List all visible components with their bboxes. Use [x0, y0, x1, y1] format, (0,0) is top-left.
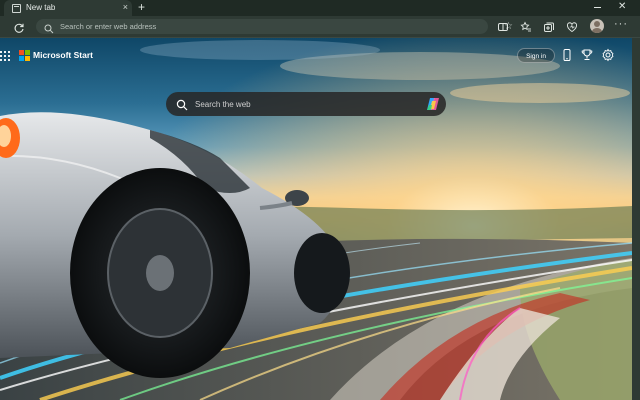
sign-in-button[interactable]: Sign in	[517, 48, 555, 63]
settings-gear-icon[interactable]	[601, 48, 615, 62]
web-search-box[interactable]	[166, 92, 446, 116]
address-bar[interactable]: ☆	[36, 19, 513, 34]
split-screen-icon[interactable]	[497, 21, 509, 33]
profile-avatar[interactable]	[590, 19, 604, 33]
phone-icon[interactable]	[560, 48, 574, 62]
browser-toolbar: ☆ ···	[0, 16, 640, 38]
more-icon[interactable]: ···	[614, 18, 628, 30]
new-tab-page: Microsoft Start Sign in	[0, 38, 632, 400]
address-input[interactable]	[60, 19, 460, 34]
favorites-icon[interactable]	[520, 21, 532, 33]
page-scrollbar[interactable]	[632, 38, 640, 400]
tab-close-button[interactable]: ×	[123, 2, 128, 13]
search-icon	[44, 21, 54, 34]
apps-grid-icon[interactable]	[0, 51, 10, 61]
tab-title: New tab	[26, 3, 56, 12]
refresh-icon[interactable]	[13, 21, 25, 33]
page-icon	[12, 4, 21, 13]
microsoft-logo-icon	[19, 50, 30, 61]
new-tab-button[interactable]: +	[138, 1, 145, 14]
rewards-trophy-icon[interactable]	[580, 48, 594, 62]
tab-new-tab[interactable]: New tab ×	[4, 0, 132, 16]
collections-icon[interactable]	[543, 21, 555, 33]
search-icon	[176, 98, 188, 111]
copilot-icon[interactable]	[425, 96, 441, 112]
window-close-button[interactable]: ✕	[618, 1, 626, 13]
web-search-input[interactable]	[195, 92, 415, 116]
brand-title[interactable]: Microsoft Start	[33, 50, 93, 60]
minimize-icon[interactable]	[594, 2, 603, 10]
tab-strip: New tab × + ✕	[0, 0, 640, 16]
browser-essentials-icon[interactable]	[566, 21, 578, 33]
